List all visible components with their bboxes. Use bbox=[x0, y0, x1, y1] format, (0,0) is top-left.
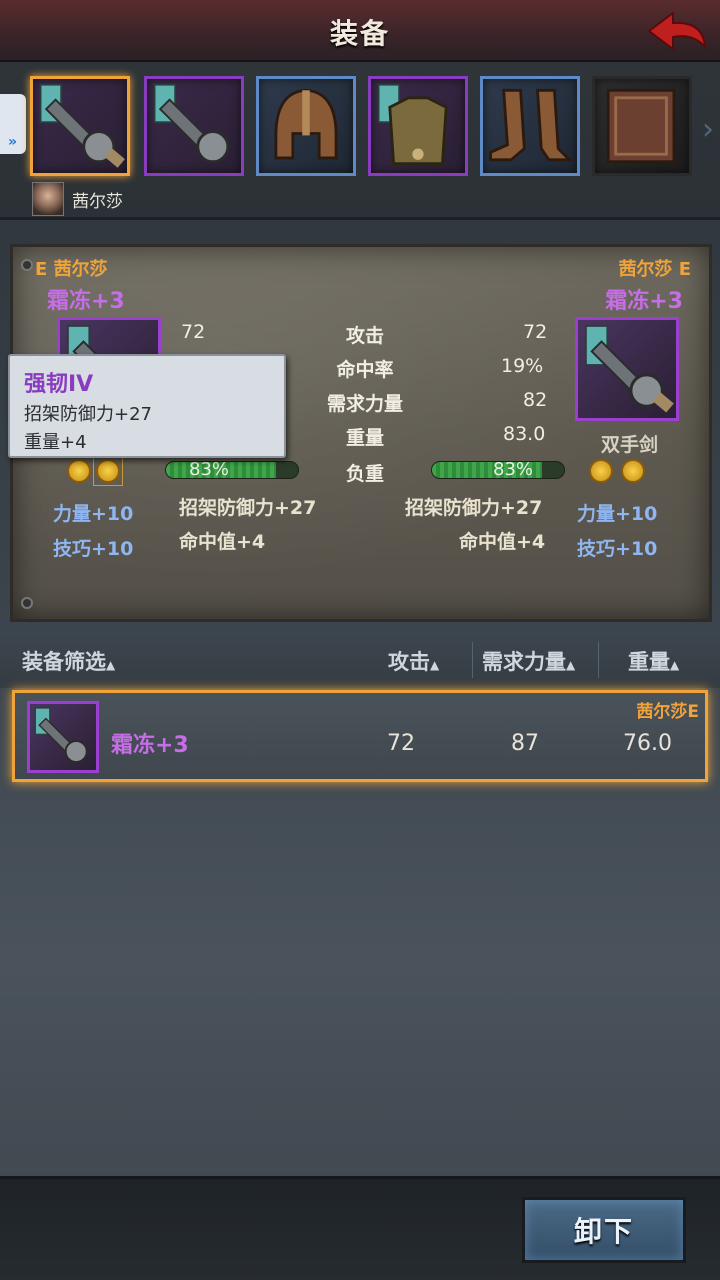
row-owner: 茜尔莎E bbox=[636, 702, 699, 722]
unequip-label: 卸下 bbox=[573, 1215, 634, 1248]
left-load-text: 83% bbox=[189, 459, 230, 480]
sort-weight-button[interactable]: 重量▲ bbox=[628, 646, 679, 676]
list-item[interactable]: 茜尔莎E 霜冻+3 72 87 76.0 bbox=[12, 690, 708, 782]
armor-icon bbox=[377, 83, 448, 166]
tooltip-line: 重量+4 bbox=[24, 432, 87, 453]
back-arrow-icon bbox=[647, 11, 707, 51]
tooltip-line: 招架防御力+27 bbox=[24, 404, 152, 425]
back-button[interactable] bbox=[642, 6, 712, 56]
col-attack-label: 攻击 bbox=[388, 650, 430, 674]
right-bonus-parry: 招架防御力+27 bbox=[405, 497, 543, 519]
stat-label-req-strength: 需求力量 bbox=[326, 393, 403, 415]
chevron-right-icon[interactable]: › bbox=[702, 112, 714, 147]
sword-icon bbox=[34, 707, 88, 764]
sort-attack-button[interactable]: 攻击▲ bbox=[388, 646, 439, 676]
stat-right-hit-rate: 19% bbox=[501, 355, 544, 377]
col-req-label: 需求力量 bbox=[482, 650, 566, 674]
sort-up-icon: ▲ bbox=[670, 658, 680, 672]
row-item-icon bbox=[27, 701, 99, 773]
left-bonus-hit: 命中值+4 bbox=[179, 531, 266, 553]
row-attack: 72 bbox=[387, 731, 415, 756]
left-load-bar bbox=[165, 461, 299, 479]
sword-icon bbox=[39, 83, 125, 168]
sword-icon bbox=[153, 83, 230, 164]
fast-forward-icon: » bbox=[8, 134, 18, 150]
row-req-strength: 87 bbox=[511, 731, 539, 756]
right-attr-strength: 力量+10 bbox=[577, 503, 658, 525]
filter-header: 装备筛选▲ 攻击▲ 需求力量▲ 重量▲ bbox=[0, 632, 720, 688]
bottom-bar: 卸下 bbox=[0, 1176, 720, 1280]
divider bbox=[598, 642, 599, 678]
gem-icon bbox=[67, 459, 91, 483]
col-weight-label: 重量 bbox=[628, 650, 670, 674]
gem-tooltip: 强韧IV 招架防御力+27 重量+4 bbox=[8, 354, 286, 458]
slot-weapon-off[interactable] bbox=[144, 76, 244, 176]
stat-right-attack: 72 bbox=[523, 321, 548, 343]
stat-label-load: 负重 bbox=[345, 463, 384, 485]
divider bbox=[472, 642, 473, 678]
rivet-icon bbox=[21, 597, 33, 609]
tooltip-title: 强韧IV bbox=[24, 372, 94, 397]
row-item-name: 霜冻+3 bbox=[111, 733, 189, 758]
gem-icon bbox=[96, 459, 120, 483]
sword-icon bbox=[584, 324, 674, 413]
filter-sort-button[interactable]: 装备筛选▲ bbox=[22, 646, 115, 676]
stat-left-attack: 72 bbox=[181, 321, 206, 343]
left-bonus-parry: 招架防御力+27 bbox=[179, 497, 317, 519]
character-tag: 茜尔莎 bbox=[32, 182, 123, 216]
header: 装备 bbox=[0, 0, 720, 62]
slot-book[interactable] bbox=[592, 76, 692, 176]
stat-right-req-strength: 82 bbox=[523, 389, 548, 411]
sort-up-icon: ▲ bbox=[430, 658, 440, 672]
right-attr-skill: 技巧+10 bbox=[577, 538, 658, 560]
slot-helmet[interactable] bbox=[256, 76, 356, 176]
stat-label-hit-rate: 命中率 bbox=[336, 359, 394, 381]
right-load-text: 83% bbox=[493, 459, 534, 480]
row-weight: 76.0 bbox=[623, 731, 672, 756]
character-name: 茜尔莎 bbox=[72, 191, 123, 212]
sort-up-icon: ▲ bbox=[566, 658, 576, 672]
left-owner: E 茜尔莎 bbox=[35, 259, 108, 280]
left-item-name: 霜冻+3 bbox=[47, 289, 125, 314]
equipment-slots: » › 茜尔莎 bbox=[0, 62, 720, 220]
left-attr-strength: 力量+10 bbox=[53, 503, 134, 525]
right-item-name: 霜冻+3 bbox=[605, 289, 683, 314]
avatar bbox=[32, 182, 64, 216]
right-weapon-type: 双手剑 bbox=[601, 434, 659, 456]
helmet-icon bbox=[274, 88, 338, 160]
stat-right-weight: 83.0 bbox=[503, 423, 546, 445]
right-owner: 茜尔莎 E bbox=[618, 259, 691, 280]
slot-weapon-main[interactable] bbox=[30, 76, 130, 176]
slot-armor[interactable] bbox=[368, 76, 468, 176]
sort-up-icon: ▲ bbox=[106, 658, 116, 672]
stat-label-attack: 攻击 bbox=[345, 325, 384, 347]
filter-label: 装备筛选 bbox=[22, 650, 106, 674]
page-title: 装备 bbox=[329, 17, 390, 50]
side-menu-button[interactable]: » bbox=[0, 94, 26, 154]
unequip-button[interactable]: 卸下 bbox=[522, 1197, 686, 1263]
book-icon bbox=[606, 88, 676, 164]
right-bonus-hit: 命中值+4 bbox=[459, 531, 546, 553]
slot-boots[interactable] bbox=[480, 76, 580, 176]
gem-icon bbox=[621, 459, 645, 483]
gem-icon bbox=[589, 459, 613, 483]
left-attr-skill: 技巧+10 bbox=[53, 538, 134, 560]
boots-icon bbox=[489, 88, 573, 162]
right-weapon-icon[interactable] bbox=[575, 317, 679, 421]
stat-label-weight: 重量 bbox=[345, 427, 384, 449]
rivet-icon bbox=[21, 259, 33, 271]
sort-req-button[interactable]: 需求力量▲ bbox=[482, 646, 575, 676]
